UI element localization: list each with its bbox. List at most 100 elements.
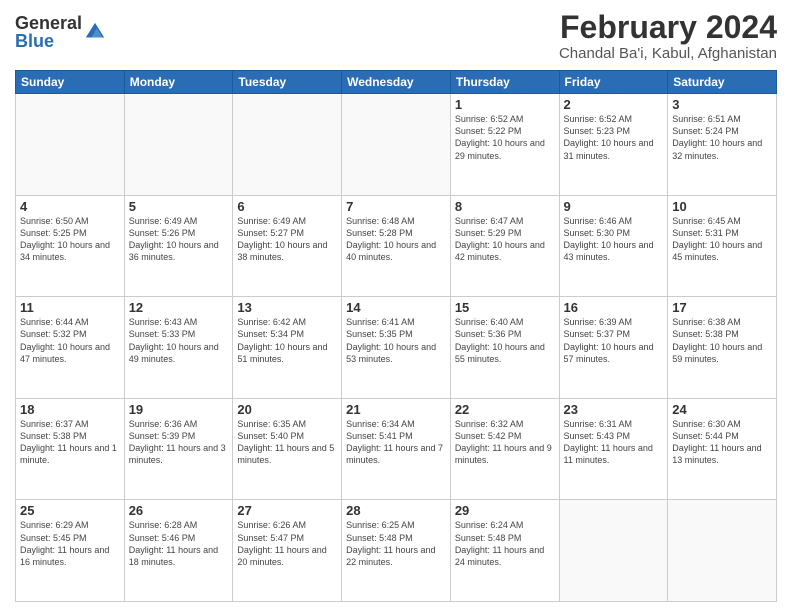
day-number: 13 bbox=[237, 300, 337, 315]
day-number: 26 bbox=[129, 503, 229, 518]
day-number: 2 bbox=[564, 97, 664, 112]
day-number: 18 bbox=[20, 402, 120, 417]
calendar-week-1: 1Sunrise: 6:52 AM Sunset: 5:22 PM Daylig… bbox=[16, 94, 777, 196]
calendar-cell: 24Sunrise: 6:30 AM Sunset: 5:44 PM Dayli… bbox=[668, 398, 777, 500]
day-number: 9 bbox=[564, 199, 664, 214]
calendar-week-2: 4Sunrise: 6:50 AM Sunset: 5:25 PM Daylig… bbox=[16, 195, 777, 297]
logo-blue: Blue bbox=[15, 32, 82, 50]
calendar-cell bbox=[16, 94, 125, 196]
calendar-cell: 9Sunrise: 6:46 AM Sunset: 5:30 PM Daylig… bbox=[559, 195, 668, 297]
day-number: 11 bbox=[20, 300, 120, 315]
calendar-cell: 5Sunrise: 6:49 AM Sunset: 5:26 PM Daylig… bbox=[124, 195, 233, 297]
calendar-cell: 28Sunrise: 6:25 AM Sunset: 5:48 PM Dayli… bbox=[342, 500, 451, 602]
day-number: 12 bbox=[129, 300, 229, 315]
logo-general: General bbox=[15, 14, 82, 32]
weekday-header-row: SundayMondayTuesdayWednesdayThursdayFrid… bbox=[16, 71, 777, 94]
day-number: 1 bbox=[455, 97, 555, 112]
weekday-header-monday: Monday bbox=[124, 71, 233, 94]
day-number: 28 bbox=[346, 503, 446, 518]
logo: General Blue bbox=[15, 14, 106, 50]
day-info: Sunrise: 6:24 AM Sunset: 5:48 PM Dayligh… bbox=[455, 519, 555, 568]
day-info: Sunrise: 6:42 AM Sunset: 5:34 PM Dayligh… bbox=[237, 316, 337, 365]
calendar-week-3: 11Sunrise: 6:44 AM Sunset: 5:32 PM Dayli… bbox=[16, 297, 777, 399]
calendar-cell: 15Sunrise: 6:40 AM Sunset: 5:36 PM Dayli… bbox=[450, 297, 559, 399]
day-number: 16 bbox=[564, 300, 664, 315]
calendar-cell: 19Sunrise: 6:36 AM Sunset: 5:39 PM Dayli… bbox=[124, 398, 233, 500]
calendar-cell: 2Sunrise: 6:52 AM Sunset: 5:23 PM Daylig… bbox=[559, 94, 668, 196]
calendar-cell: 1Sunrise: 6:52 AM Sunset: 5:22 PM Daylig… bbox=[450, 94, 559, 196]
day-info: Sunrise: 6:52 AM Sunset: 5:22 PM Dayligh… bbox=[455, 113, 555, 162]
day-info: Sunrise: 6:41 AM Sunset: 5:35 PM Dayligh… bbox=[346, 316, 446, 365]
calendar-cell: 22Sunrise: 6:32 AM Sunset: 5:42 PM Dayli… bbox=[450, 398, 559, 500]
day-info: Sunrise: 6:37 AM Sunset: 5:38 PM Dayligh… bbox=[20, 418, 120, 467]
day-info: Sunrise: 6:26 AM Sunset: 5:47 PM Dayligh… bbox=[237, 519, 337, 568]
calendar-cell: 26Sunrise: 6:28 AM Sunset: 5:46 PM Dayli… bbox=[124, 500, 233, 602]
calendar-cell: 10Sunrise: 6:45 AM Sunset: 5:31 PM Dayli… bbox=[668, 195, 777, 297]
calendar-header: SundayMondayTuesdayWednesdayThursdayFrid… bbox=[16, 71, 777, 94]
calendar-cell bbox=[559, 500, 668, 602]
calendar-cell: 20Sunrise: 6:35 AM Sunset: 5:40 PM Dayli… bbox=[233, 398, 342, 500]
calendar-cell: 23Sunrise: 6:31 AM Sunset: 5:43 PM Dayli… bbox=[559, 398, 668, 500]
logo-text: General Blue bbox=[15, 14, 82, 50]
page: General Blue February 2024 Chandal Ba'i,… bbox=[0, 0, 792, 612]
day-number: 10 bbox=[672, 199, 772, 214]
day-number: 19 bbox=[129, 402, 229, 417]
header: General Blue February 2024 Chandal Ba'i,… bbox=[15, 10, 777, 62]
calendar-week-4: 18Sunrise: 6:37 AM Sunset: 5:38 PM Dayli… bbox=[16, 398, 777, 500]
day-number: 29 bbox=[455, 503, 555, 518]
weekday-header-saturday: Saturday bbox=[668, 71, 777, 94]
day-info: Sunrise: 6:25 AM Sunset: 5:48 PM Dayligh… bbox=[346, 519, 446, 568]
calendar-cell: 29Sunrise: 6:24 AM Sunset: 5:48 PM Dayli… bbox=[450, 500, 559, 602]
day-number: 27 bbox=[237, 503, 337, 518]
weekday-header-friday: Friday bbox=[559, 71, 668, 94]
day-info: Sunrise: 6:45 AM Sunset: 5:31 PM Dayligh… bbox=[672, 215, 772, 264]
day-info: Sunrise: 6:31 AM Sunset: 5:43 PM Dayligh… bbox=[564, 418, 664, 467]
day-info: Sunrise: 6:48 AM Sunset: 5:28 PM Dayligh… bbox=[346, 215, 446, 264]
calendar-cell: 12Sunrise: 6:43 AM Sunset: 5:33 PM Dayli… bbox=[124, 297, 233, 399]
day-info: Sunrise: 6:30 AM Sunset: 5:44 PM Dayligh… bbox=[672, 418, 772, 467]
day-number: 7 bbox=[346, 199, 446, 214]
calendar-cell bbox=[342, 94, 451, 196]
day-number: 24 bbox=[672, 402, 772, 417]
weekday-header-sunday: Sunday bbox=[16, 71, 125, 94]
day-number: 22 bbox=[455, 402, 555, 417]
day-info: Sunrise: 6:44 AM Sunset: 5:32 PM Dayligh… bbox=[20, 316, 120, 365]
day-number: 4 bbox=[20, 199, 120, 214]
weekday-header-thursday: Thursday bbox=[450, 71, 559, 94]
calendar-cell: 4Sunrise: 6:50 AM Sunset: 5:25 PM Daylig… bbox=[16, 195, 125, 297]
calendar-cell: 6Sunrise: 6:49 AM Sunset: 5:27 PM Daylig… bbox=[233, 195, 342, 297]
day-info: Sunrise: 6:35 AM Sunset: 5:40 PM Dayligh… bbox=[237, 418, 337, 467]
day-info: Sunrise: 6:49 AM Sunset: 5:26 PM Dayligh… bbox=[129, 215, 229, 264]
calendar-cell: 18Sunrise: 6:37 AM Sunset: 5:38 PM Dayli… bbox=[16, 398, 125, 500]
day-number: 6 bbox=[237, 199, 337, 214]
calendar-cell: 8Sunrise: 6:47 AM Sunset: 5:29 PM Daylig… bbox=[450, 195, 559, 297]
day-info: Sunrise: 6:52 AM Sunset: 5:23 PM Dayligh… bbox=[564, 113, 664, 162]
day-number: 3 bbox=[672, 97, 772, 112]
calendar-body: 1Sunrise: 6:52 AM Sunset: 5:22 PM Daylig… bbox=[16, 94, 777, 602]
day-info: Sunrise: 6:51 AM Sunset: 5:24 PM Dayligh… bbox=[672, 113, 772, 162]
day-number: 25 bbox=[20, 503, 120, 518]
logo-icon bbox=[84, 21, 106, 43]
title-area: February 2024 Chandal Ba'i, Kabul, Afgha… bbox=[559, 10, 777, 62]
day-number: 17 bbox=[672, 300, 772, 315]
day-info: Sunrise: 6:29 AM Sunset: 5:45 PM Dayligh… bbox=[20, 519, 120, 568]
calendar-cell: 7Sunrise: 6:48 AM Sunset: 5:28 PM Daylig… bbox=[342, 195, 451, 297]
day-number: 5 bbox=[129, 199, 229, 214]
day-number: 15 bbox=[455, 300, 555, 315]
day-info: Sunrise: 6:46 AM Sunset: 5:30 PM Dayligh… bbox=[564, 215, 664, 264]
month-year: February 2024 bbox=[559, 10, 777, 45]
day-number: 21 bbox=[346, 402, 446, 417]
calendar-cell bbox=[233, 94, 342, 196]
location: Chandal Ba'i, Kabul, Afghanistan bbox=[559, 45, 777, 62]
day-info: Sunrise: 6:49 AM Sunset: 5:27 PM Dayligh… bbox=[237, 215, 337, 264]
calendar-cell: 13Sunrise: 6:42 AM Sunset: 5:34 PM Dayli… bbox=[233, 297, 342, 399]
day-info: Sunrise: 6:40 AM Sunset: 5:36 PM Dayligh… bbox=[455, 316, 555, 365]
calendar-cell: 3Sunrise: 6:51 AM Sunset: 5:24 PM Daylig… bbox=[668, 94, 777, 196]
day-info: Sunrise: 6:47 AM Sunset: 5:29 PM Dayligh… bbox=[455, 215, 555, 264]
day-info: Sunrise: 6:28 AM Sunset: 5:46 PM Dayligh… bbox=[129, 519, 229, 568]
day-info: Sunrise: 6:43 AM Sunset: 5:33 PM Dayligh… bbox=[129, 316, 229, 365]
calendar-cell: 16Sunrise: 6:39 AM Sunset: 5:37 PM Dayli… bbox=[559, 297, 668, 399]
calendar-cell: 25Sunrise: 6:29 AM Sunset: 5:45 PM Dayli… bbox=[16, 500, 125, 602]
day-info: Sunrise: 6:34 AM Sunset: 5:41 PM Dayligh… bbox=[346, 418, 446, 467]
day-info: Sunrise: 6:38 AM Sunset: 5:38 PM Dayligh… bbox=[672, 316, 772, 365]
